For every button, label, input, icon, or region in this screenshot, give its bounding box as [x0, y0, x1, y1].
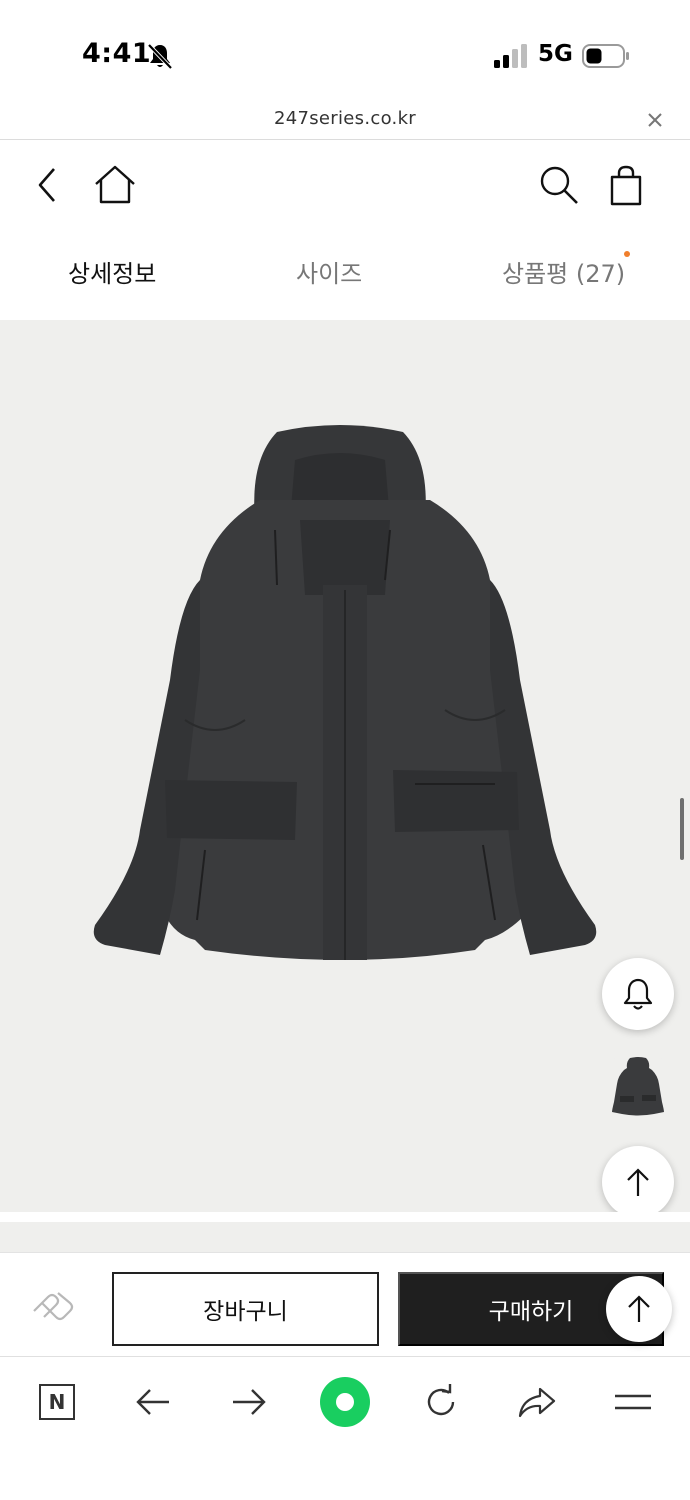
detail-tabs: 상세정보 사이즈 상품평 (27): [0, 230, 690, 320]
thumbnail-jacket-image: [612, 1057, 664, 1116]
status-bar: 4:41 5G: [0, 0, 690, 100]
scrollbar[interactable]: [680, 798, 684, 860]
menu-button[interactable]: [608, 1377, 658, 1427]
tab-size[interactable]: 사이즈: [296, 254, 362, 289]
scroll-top-button-2[interactable]: [606, 1276, 672, 1342]
back-button[interactable]: [22, 160, 72, 210]
reload-icon: [427, 1384, 455, 1416]
scroll-top-button[interactable]: [602, 1146, 674, 1218]
new-review-dot: [624, 251, 630, 257]
add-to-cart-button[interactable]: 장바구니: [112, 1272, 379, 1346]
jacket-image: [93, 425, 597, 960]
share-button[interactable]: [512, 1377, 562, 1427]
heart-icon[interactable]: [30, 1289, 74, 1325]
reload-button[interactable]: [416, 1377, 466, 1427]
back-chevron-icon: [38, 168, 55, 202]
shopping-bag-icon: [610, 165, 642, 206]
naver-home-button[interactable]: N: [32, 1377, 82, 1427]
menu-icon: [615, 1394, 651, 1410]
forward-arrow-icon: [233, 1389, 266, 1415]
search-button[interactable]: [534, 160, 584, 210]
product-image-area[interactable]: [0, 320, 690, 1218]
home-button[interactable]: [90, 160, 140, 210]
tab-reviews[interactable]: 상품평 (27): [502, 254, 625, 289]
browser-forward-button[interactable]: [224, 1377, 274, 1427]
arrow-up-icon: [627, 1168, 649, 1196]
naver-n-icon: N: [39, 1384, 75, 1420]
share-icon: [518, 1387, 556, 1418]
bell-icon: [623, 978, 653, 1010]
app-header: [0, 140, 690, 230]
home-icon: [95, 165, 135, 204]
purchase-bar: 장바구니 구매하기: [0, 1252, 690, 1356]
close-icon[interactable]: [645, 110, 665, 130]
search-icon: [540, 166, 578, 204]
next-image-peek: [0, 1222, 690, 1252]
browser-back-button[interactable]: [128, 1377, 178, 1427]
network-type: 5G: [538, 41, 573, 67]
arrow-up-icon: [628, 1295, 650, 1322]
tab-detail-info[interactable]: 상세정보: [68, 254, 156, 289]
divider: [0, 1212, 690, 1222]
url-bar: 247series.co.kr: [0, 100, 690, 140]
url-text[interactable]: 247series.co.kr: [0, 108, 690, 129]
signal-icon: [494, 44, 527, 68]
naver-green-icon: [320, 1377, 370, 1427]
browser-toolbar: N: [0, 1356, 690, 1500]
product-thumbnail[interactable]: [602, 1050, 674, 1122]
back-arrow-icon: [136, 1389, 169, 1415]
status-time: 4:41: [82, 38, 152, 69]
alert-bell-button[interactable]: [602, 958, 674, 1030]
naver-green-button[interactable]: [320, 1377, 370, 1427]
battery-icon: [582, 44, 629, 68]
bell-slash-icon: [147, 43, 173, 70]
cart-bag-button[interactable]: [601, 160, 651, 210]
